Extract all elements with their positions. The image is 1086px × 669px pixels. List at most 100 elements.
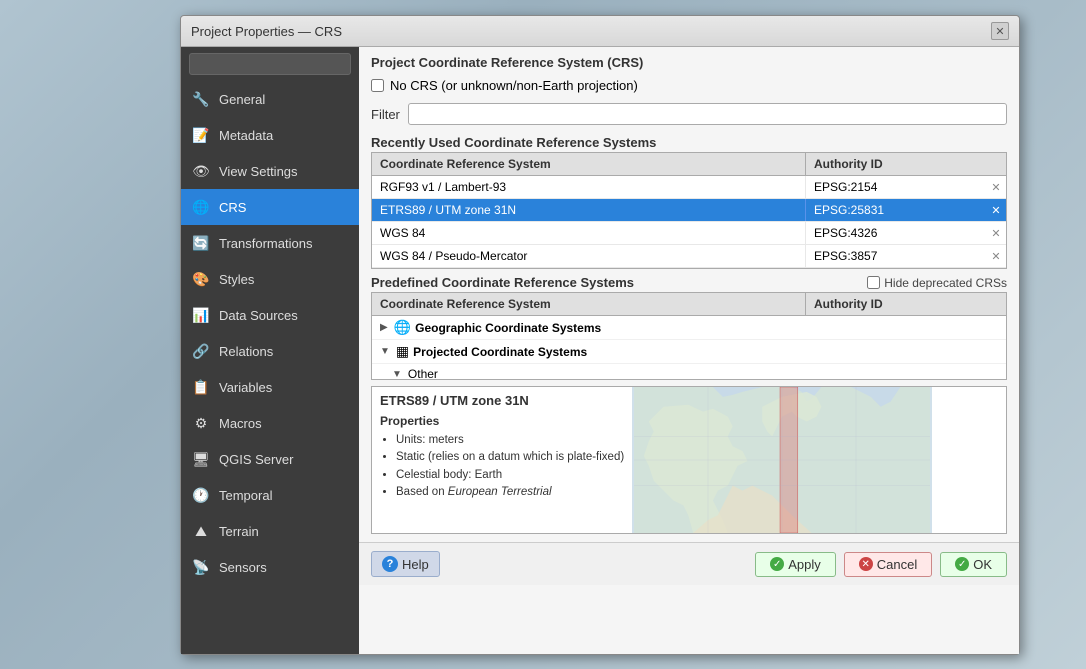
tree-crs-name: ▼ ▦ Projected Coordinate Systems [372, 340, 806, 363]
projected-icon: ▦ [396, 343, 409, 360]
sidebar-item-temporal[interactable]: 🕐 Temporal [181, 477, 359, 513]
variables-icon: 📋 [191, 377, 211, 397]
help-label: Help [402, 557, 429, 572]
crs-auth: EPSG:4326 [806, 222, 986, 244]
detail-map-preview [632, 387, 932, 533]
sidebar-item-label-variables: Variables [219, 380, 272, 395]
detail-crs-name: ETRS89 / UTM zone 31N [372, 387, 632, 412]
sidebar-item-relations[interactable]: 🔗 Relations [181, 333, 359, 369]
predefined-tree-scroll[interactable]: Coordinate Reference System Authority ID… [372, 293, 1006, 379]
sidebar-item-macros[interactable]: ⚙ Macros [181, 405, 359, 441]
sidebar-item-general[interactable]: 🔧 General [181, 81, 359, 117]
apply-label: Apply [788, 557, 821, 572]
qgis-server-icon: 🖥 [191, 449, 211, 469]
dialog-titlebar: Project Properties — CRS ✕ [181, 16, 1019, 47]
detail-props-label: Properties [372, 412, 632, 430]
sidebar-item-qgis-server[interactable]: 🖥 QGIS Server [181, 441, 359, 477]
sidebar-item-sensors[interactable]: 📡 Sensors [181, 549, 359, 585]
sidebar-search-input[interactable] [189, 53, 351, 75]
recently-used-table: Coordinate Reference System Authority ID… [371, 152, 1007, 269]
sidebar-item-label-terrain: Terrain [219, 524, 259, 539]
sidebar-item-variables[interactable]: 📋 Variables [181, 369, 359, 405]
sidebar-item-transformations[interactable]: 🔄 Transformations [181, 225, 359, 261]
sidebar-item-label-view-settings: View Settings [219, 164, 298, 179]
cancel-button[interactable]: ✕ Cancel [844, 552, 932, 577]
hide-deprecated-checkbox[interactable] [867, 276, 880, 289]
sidebar-item-label-relations: Relations [219, 344, 273, 359]
ok-label: OK [973, 557, 992, 572]
general-icon: 🔧 [191, 89, 211, 109]
detail-scroll[interactable]: ETRS89 / UTM zone 31N Properties Units: … [372, 387, 632, 533]
close-button[interactable]: ✕ [991, 22, 1009, 40]
sidebar-item-view-settings[interactable]: 👁 View Settings [181, 153, 359, 189]
sidebar-item-label-metadata: Metadata [219, 128, 273, 143]
sidebar-item-metadata[interactable]: 📝 Metadata [181, 117, 359, 153]
sidebar-item-data-sources[interactable]: 📊 Data Sources [181, 297, 359, 333]
predefined-tree-container: Coordinate Reference System Authority ID… [371, 292, 1007, 380]
list-item[interactable]: ▼ ▦ Projected Coordinate Systems [372, 340, 1006, 364]
temporal-icon: 🕐 [191, 485, 211, 505]
remove-crs-button[interactable]: ✕ [986, 225, 1006, 242]
dialog-title: Project Properties — CRS [191, 24, 342, 39]
sidebar-item-label-general: General [219, 92, 265, 107]
sidebar-item-styles[interactable]: 🎨 Styles [181, 261, 359, 297]
detail-properties-list: Units: meters Static (relies on a datum … [372, 430, 632, 505]
predefined-header: Predefined Coordinate Reference Systems … [359, 269, 1019, 292]
tree-crs-col-header: Coordinate Reference System [372, 293, 806, 315]
no-crs-label: No CRS (or unknown/non-Earth projection) [390, 78, 638, 93]
crs-name: ETRS89 / UTM zone 31N [372, 199, 806, 221]
dialog-body: 🔧 General 📝 Metadata 👁 View Settings 🌐 C… [181, 47, 1019, 654]
list-item: Based on European Terrestrial [396, 484, 624, 501]
list-item: Static (relies on a datum which is plate… [396, 449, 624, 466]
apply-button[interactable]: ✓ Apply [755, 552, 836, 577]
remove-crs-button[interactable]: ✕ [986, 179, 1006, 196]
remove-crs-button[interactable]: ✕ [986, 248, 1006, 265]
tree-node-label: Projected Coordinate Systems [413, 345, 587, 359]
dialog-footer: ? Help ✓ Apply ✕ Cancel ✓ OK [359, 542, 1019, 585]
project-properties-dialog: Project Properties — CRS ✕ 🔧 General 📝 M… [180, 15, 1020, 655]
macros-icon: ⚙ [191, 413, 211, 433]
hide-deprecated-row: Hide deprecated CRSs [867, 276, 1007, 290]
sidebar-item-label-crs: CRS [219, 200, 246, 215]
tree-expand-icon: ▶ [380, 322, 388, 333]
detail-section: ETRS89 / UTM zone 31N Properties Units: … [371, 386, 1007, 534]
tree-auth-col-header: Authority ID [806, 293, 1006, 315]
styles-icon: 🎨 [191, 269, 211, 289]
terrain-icon: ⛰ [191, 521, 211, 541]
hide-deprecated-label: Hide deprecated CRSs [884, 276, 1007, 290]
table-row[interactable]: ETRS89 / UTM zone 31N EPSG:25831 ✕ [372, 199, 1006, 222]
crs-name: WGS 84 / Pseudo-Mercator [372, 245, 806, 267]
tree-auth [806, 325, 1006, 331]
tree-collapse-icon: ▼ [392, 369, 402, 380]
sidebar-item-label-temporal: Temporal [219, 488, 272, 503]
help-button[interactable]: ? Help [371, 551, 440, 577]
recently-used-title: Recently Used Coordinate Reference Syste… [359, 131, 1019, 152]
sidebar-item-terrain[interactable]: ⛰ Terrain [181, 513, 359, 549]
list-item: Units: meters [396, 432, 624, 449]
section-title: Project Coordinate Reference System (CRS… [359, 47, 1019, 74]
sidebar-item-label-transformations: Transformations [219, 236, 312, 251]
ok-button[interactable]: ✓ OK [940, 552, 1007, 577]
list-item[interactable]: ▼ Other [372, 364, 1006, 379]
crs-name: RGF93 v1 / Lambert-93 [372, 176, 806, 198]
table-row[interactable]: RGF93 v1 / Lambert-93 EPSG:2154 ✕ [372, 176, 1006, 199]
no-crs-row: No CRS (or unknown/non-Earth projection) [359, 74, 1019, 99]
sensors-icon: 📡 [191, 557, 211, 577]
sidebar-item-crs[interactable]: 🌐 CRS [181, 189, 359, 225]
remove-crs-button[interactable]: ✕ [986, 202, 1006, 219]
sidebar-item-label-sensors: Sensors [219, 560, 267, 575]
list-item[interactable]: ▶ 🌐 Geographic Coordinate Systems [372, 316, 1006, 340]
tree-auth [806, 371, 1006, 377]
predefined-tree-header: Coordinate Reference System Authority ID [372, 293, 1006, 316]
table-row[interactable]: WGS 84 / Pseudo-Mercator EPSG:3857 ✕ [372, 245, 1006, 268]
sidebar-item-label-styles: Styles [219, 272, 254, 287]
cancel-label: Cancel [877, 557, 917, 572]
sidebar: 🔧 General 📝 Metadata 👁 View Settings 🌐 C… [181, 47, 359, 654]
list-item: Celestial body: Earth [396, 467, 624, 484]
table-row[interactable]: WGS 84 EPSG:4326 ✕ [372, 222, 1006, 245]
filter-input[interactable] [408, 103, 1007, 125]
no-crs-checkbox[interactable] [371, 79, 384, 92]
crs-col-header: Coordinate Reference System [372, 153, 806, 175]
sidebar-item-label-data-sources: Data Sources [219, 308, 298, 323]
main-content: Project Coordinate Reference System (CRS… [359, 47, 1019, 654]
